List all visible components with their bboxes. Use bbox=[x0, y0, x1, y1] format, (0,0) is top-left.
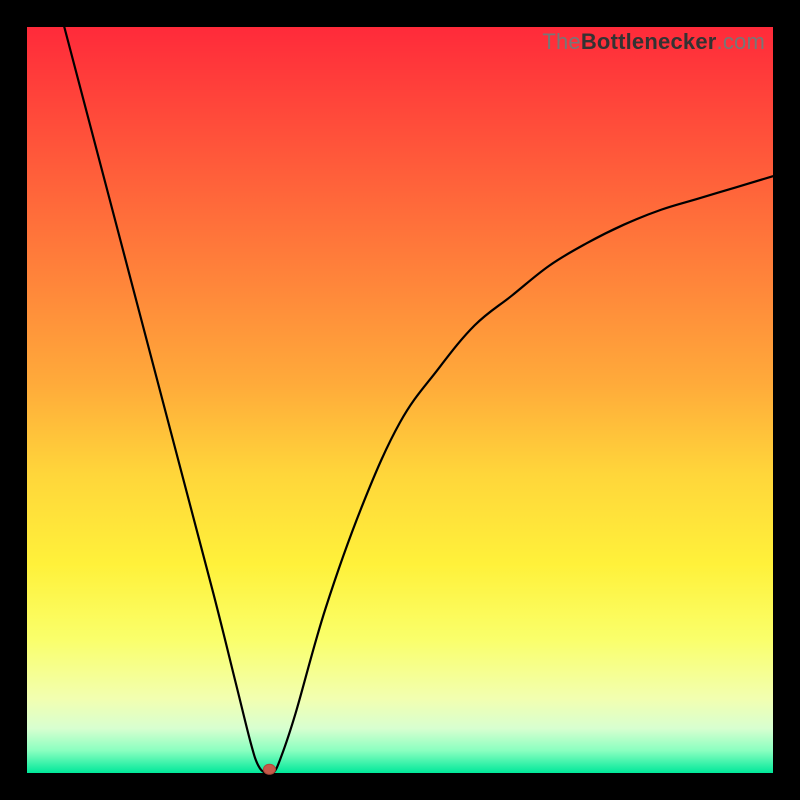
chart-frame: TheBottlenecker.com bbox=[0, 0, 800, 800]
plot-area: TheBottlenecker.com bbox=[27, 27, 773, 773]
minimum-point-marker bbox=[263, 764, 275, 774]
bottleneck-curve-line bbox=[64, 27, 773, 775]
chart-svg bbox=[27, 27, 773, 773]
